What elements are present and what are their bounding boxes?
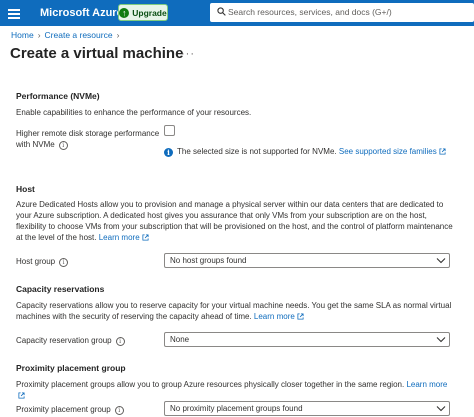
search-input[interactable]	[228, 4, 472, 20]
capacity-learn-more-link[interactable]: Learn more	[254, 312, 304, 321]
proximity-group-label: Proximity placement group	[16, 405, 111, 414]
section-title-capacity: Capacity reservations	[16, 284, 105, 294]
section-title-host: Host	[16, 184, 35, 194]
section-title-proximity: Proximity placement group	[16, 363, 126, 373]
top-bar: Microsoft Azure ↑ Upgrade	[0, 0, 474, 26]
info-filled-icon: i	[164, 148, 173, 157]
breadcrumb: Home › Create a resource ›	[11, 30, 123, 40]
section-title-performance: Performance (NVMe)	[16, 91, 100, 101]
hamburger-menu-icon[interactable]	[5, 4, 23, 22]
capacity-group-field-label: Capacity reservation group i	[16, 335, 125, 346]
nvme-label-line1: Higher remote disk storage performance	[16, 129, 160, 138]
chevron-right-icon: ›	[37, 30, 41, 40]
proximity-group-value: No proximity placement groups found	[170, 404, 303, 413]
host-description: Azure Dedicated Hosts allow you to provi…	[16, 200, 453, 242]
supported-size-families-link[interactable]: See supported size families	[339, 147, 446, 156]
breadcrumb-home[interactable]: Home	[11, 30, 34, 40]
chevron-down-icon	[436, 406, 446, 412]
external-link-icon	[297, 313, 304, 320]
host-group-label: Host group	[16, 257, 56, 266]
upgrade-label: Upgrade	[132, 7, 167, 18]
nvme-checkbox[interactable]	[164, 125, 175, 136]
nvme-notice-text: The selected size is not supported for N…	[177, 147, 337, 156]
chevron-right-icon: ›	[116, 30, 120, 40]
nvme-notice: i The selected size is not supported for …	[164, 147, 446, 157]
proximity-group-select[interactable]: No proximity placement groups found	[164, 401, 450, 416]
external-link-icon	[18, 392, 25, 399]
nvme-field-label: Higher remote disk storage performance w…	[16, 128, 159, 150]
host-learn-more-link[interactable]: Learn more	[99, 233, 149, 242]
performance-description: Enable capabilities to enhance the perfo…	[16, 108, 252, 117]
info-icon[interactable]: i	[59, 258, 69, 267]
page-title: Create a virtual machine	[10, 45, 184, 62]
capacity-description: Capacity reservations allow you to reser…	[16, 301, 452, 321]
search-icon	[217, 7, 226, 16]
chevron-down-icon	[436, 337, 446, 343]
host-group-field-label: Host group i	[16, 256, 69, 267]
nvme-label-line2: with NVMe	[16, 140, 55, 149]
capacity-group-value: None	[170, 335, 190, 344]
upgrade-button[interactable]: ↑ Upgrade	[118, 4, 168, 21]
upgrade-arrow-icon: ↑	[119, 7, 130, 18]
brand-title[interactable]: Microsoft Azure	[40, 7, 123, 19]
info-icon[interactable]: i	[58, 141, 68, 150]
more-options-button[interactable]: ···	[181, 48, 195, 60]
info-icon[interactable]: i	[115, 337, 125, 346]
host-group-select[interactable]: No host groups found	[164, 253, 450, 268]
global-search[interactable]	[210, 3, 474, 22]
proximity-description: Proximity placement groups allow you to …	[16, 379, 456, 401]
breadcrumb-create-resource[interactable]: Create a resource	[45, 30, 113, 40]
capacity-group-select[interactable]: None	[164, 332, 450, 347]
host-group-value: No host groups found	[170, 256, 247, 265]
external-link-icon	[142, 234, 149, 241]
chevron-down-icon	[436, 258, 446, 264]
info-icon[interactable]: i	[114, 406, 124, 415]
proximity-group-field-label: Proximity placement group i	[16, 404, 124, 415]
external-link-icon	[439, 148, 446, 155]
capacity-group-label: Capacity reservation group	[16, 336, 112, 345]
